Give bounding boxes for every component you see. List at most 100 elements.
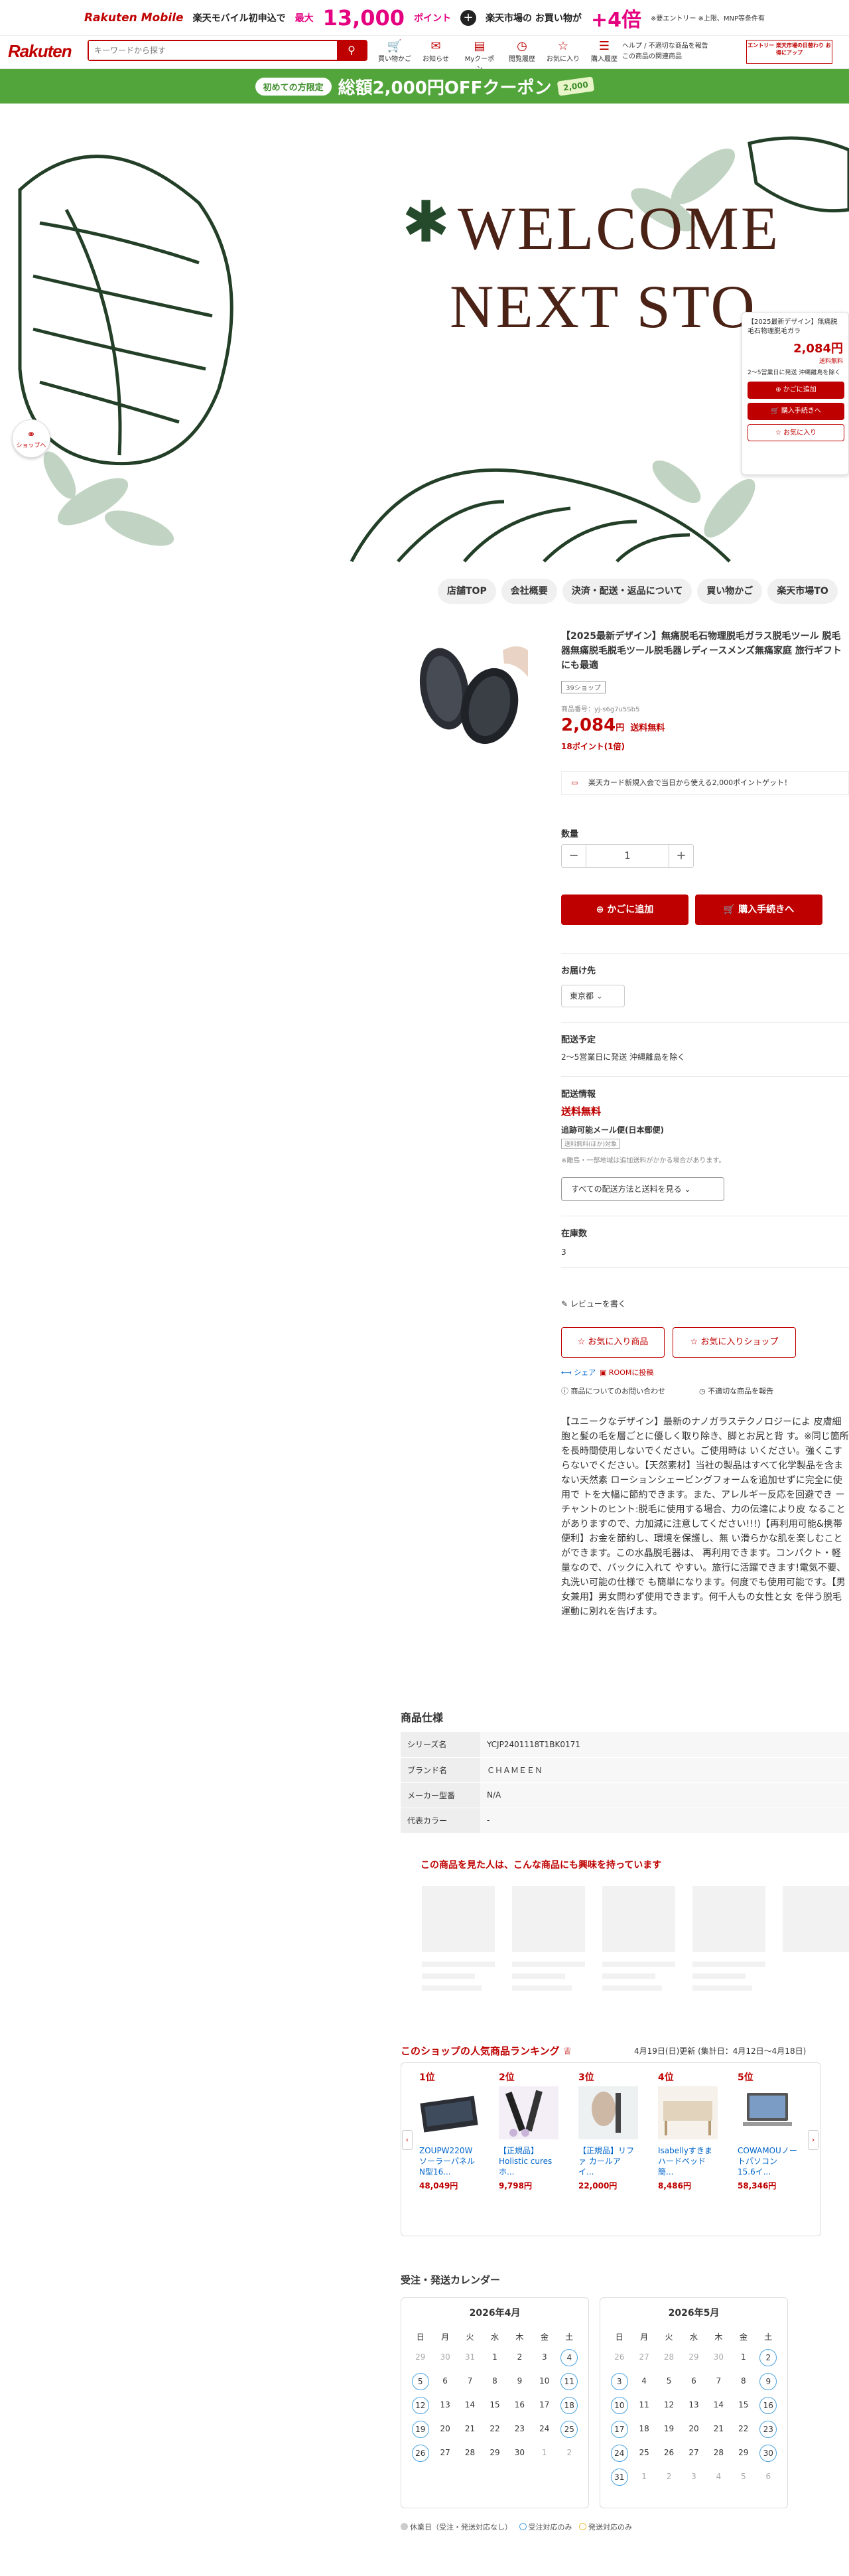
calendar-day: 12	[411, 2397, 429, 2414]
rakuten-logo[interactable]: Rakuten	[8, 41, 72, 62]
nav-label: 買い物かご	[378, 56, 411, 63]
button-label: 購入手続きへ	[781, 407, 821, 415]
report-link[interactable]: ◷ 不適切な商品を報告	[699, 1386, 773, 1396]
quantity-input[interactable]: 1	[586, 845, 669, 867]
calendar-cell: 3	[532, 2346, 556, 2370]
search-input[interactable]	[89, 41, 334, 60]
nav-notifications[interactable]: ✉ お知らせ	[418, 40, 454, 64]
calendar-day: 9	[517, 2376, 523, 2386]
weekday-label: 木	[515, 2332, 524, 2342]
favorite-icon: ☆	[557, 39, 569, 53]
ranking-item-image	[578, 2086, 638, 2139]
ranking-item-price: 58,346円	[738, 2181, 777, 2190]
calendar-day: 2	[666, 2472, 672, 2481]
calendar-week: 5 6 7 8 9 10 11	[408, 2370, 582, 2394]
floating-buy-now-button[interactable]: 🛒 購入手続きへ	[748, 403, 844, 420]
calendar-week: 12 13 14 15 16 17 18	[408, 2394, 582, 2417]
favorite-shop-button[interactable]: ☆ お気に入りショップ	[673, 1327, 796, 1358]
nav-coupon[interactable]: ▤Myクーポン	[462, 40, 497, 74]
calendar-day: 11	[639, 2400, 649, 2409]
link-label: ROOMに投稿	[608, 1368, 654, 1377]
coupon-message: 総額2,000円OFFクーポン	[338, 78, 552, 98]
calendar-day: 27	[639, 2352, 649, 2362]
carousel-prev-button[interactable]: ‹	[402, 2130, 413, 2150]
floating-add-cart-button[interactable]: ⊕ かごに追加	[748, 382, 844, 399]
ranking-item[interactable]: 4位 Isabellyすきま ハードベッド 簡... 8,486円	[658, 2070, 718, 2191]
store-nav-cart[interactable]: 買い物かご	[697, 579, 763, 604]
nav-history[interactable]: ◷ 閲覧履歴	[504, 40, 540, 64]
header-banner[interactable]: エントリー 楽天市場の日替わり お得にアップ	[746, 40, 832, 64]
chevron-down-icon: ⌄	[596, 991, 603, 1001]
inquiry-link[interactable]: ⓘ 商品についてのお問い合わせ	[561, 1386, 665, 1396]
weekday-header: 日月火水木金土	[408, 2327, 582, 2346]
shipping-methods-select[interactable]: すべての配送方法と送料を見る ⌄	[561, 1177, 724, 1201]
calendar-day: 24	[610, 2445, 628, 2462]
quantity-decrease-button[interactable]: −	[562, 845, 586, 867]
calendar-cell: 31	[607, 2465, 631, 2489]
calendar-cell: 8	[482, 2370, 507, 2394]
quantity-stepper: − 1 +	[561, 844, 694, 868]
coupon-ticket: 2,000	[557, 76, 595, 96]
nav-purchase-history[interactable]: ☰ 購入履歴	[586, 40, 622, 64]
calendar-cell: 28	[706, 2441, 731, 2465]
table-row: メーカー型番 N/A	[401, 1782, 849, 1808]
calendar-day: 19	[411, 2421, 429, 2438]
calendar-cell: 15	[482, 2394, 507, 2417]
nav-favorites[interactable]: ☆ お気に入り	[545, 39, 581, 64]
button-label: お気に入り商品	[588, 1337, 649, 1347]
ranking-item-name[interactable]: ZOUPW220W ソーラーパネル N型16...	[419, 2145, 479, 2177]
product-photo	[419, 646, 528, 745]
product-image[interactable]	[411, 637, 531, 756]
carousel-next-button[interactable]: ›	[808, 2130, 818, 2150]
calendar-cell: 29	[482, 2441, 507, 2465]
promo-text: 楽天モバイル初申込で	[192, 13, 286, 24]
calendar-day: 7	[467, 2376, 473, 2386]
order-only-swatch	[519, 2523, 527, 2530]
card-promo[interactable]: ▭ 楽天カード新規入会で当日から使える2,000ポイントゲット！	[561, 771, 849, 795]
destination-select[interactable]: 東京都 ⌄	[561, 985, 625, 1007]
calendar-cell: 30	[706, 2346, 731, 2370]
recommend-placeholder	[602, 1886, 675, 1952]
write-review-link[interactable]: ✎ レビューを書く	[561, 1298, 626, 1309]
nav-cart[interactable]: 🛒 買い物かご	[377, 40, 413, 64]
calendar-day: 21	[464, 2424, 476, 2433]
calendar-cell: 18	[631, 2417, 656, 2441]
store-nav-payment[interactable]: 決済・配送・返品について	[562, 579, 692, 604]
room-post-link[interactable]: ▣ ROOMに投稿	[600, 1367, 653, 1378]
ranking-item-name[interactable]: 【正規品】Holistic cures ホ...	[499, 2145, 558, 2177]
favorite-item-button[interactable]: ☆ お気に入り商品	[561, 1327, 665, 1358]
promo-banner[interactable]: Rakuten Mobile 楽天モバイル初申込で 最大 13,000 ポイント…	[0, 0, 849, 36]
select-label: すべての配送方法と送料を見る	[571, 1184, 682, 1194]
ranking-item[interactable]: 2位 【正規品】Holistic cures ホ... 9,798円	[499, 2070, 558, 2191]
ranking-item-name[interactable]: 【正規品】リファ カールア イ...	[578, 2145, 638, 2177]
calendar-day: 1	[740, 2352, 746, 2362]
coupon-banner[interactable]: 初めての方限定 総額2,000円OFFクーポン 2,000	[0, 69, 849, 104]
calendar-day: 31	[464, 2352, 476, 2362]
weekday-label: 土	[565, 2332, 574, 2342]
floating-favorite-button[interactable]: ☆ お気に入り	[748, 424, 844, 441]
shop-icon: ⚭	[27, 428, 36, 441]
search-button[interactable]: ⚲	[337, 41, 366, 60]
calendar-cell: 6	[756, 2465, 781, 2489]
calendar-cell: 9	[756, 2370, 781, 2394]
related-link[interactable]: この商品の関連商品	[622, 52, 708, 62]
calendar-cell: 17	[607, 2417, 631, 2441]
store-nav-company[interactable]: 会社概要	[501, 579, 557, 604]
ranking-item[interactable]: 1位 ZOUPW220W ソーラーパネル N型16... 48,049円	[419, 2070, 479, 2191]
calendar-day: 25	[560, 2421, 578, 2438]
add-to-cart-button[interactable]: ⊕ かごに追加	[561, 894, 688, 925]
store-nav-top[interactable]: 店舗TOP	[438, 579, 496, 604]
ranking-item[interactable]: 5位 COWAMOUノートパソコン 15.6イ... 58,346円	[738, 2070, 797, 2191]
quantity-increase-button[interactable]: +	[669, 845, 693, 867]
store-nav-rakuten-top[interactable]: 楽天市場TO	[767, 579, 838, 604]
rank-label: 5位	[738, 2072, 753, 2083]
share-link[interactable]: ⟻ シェア	[561, 1367, 596, 1378]
buy-now-button[interactable]: 🛒 購入手続きへ	[695, 894, 822, 925]
help-link[interactable]: ヘルプ / 不適切な商品を報告	[622, 41, 708, 52]
legend-label: 受注対応のみ	[528, 2523, 572, 2532]
calendar-day: 1	[492, 2352, 497, 2362]
shop-link-button[interactable]: ⚭ ショップへ	[12, 419, 50, 458]
ranking-item[interactable]: 3位 【正規品】リファ カールア イ... 22,000円	[578, 2070, 638, 2191]
ranking-item-name[interactable]: Isabellyすきま ハードベッド 簡...	[658, 2145, 718, 2177]
ranking-item-name[interactable]: COWAMOUノートパソコン 15.6イ...	[738, 2145, 797, 2177]
